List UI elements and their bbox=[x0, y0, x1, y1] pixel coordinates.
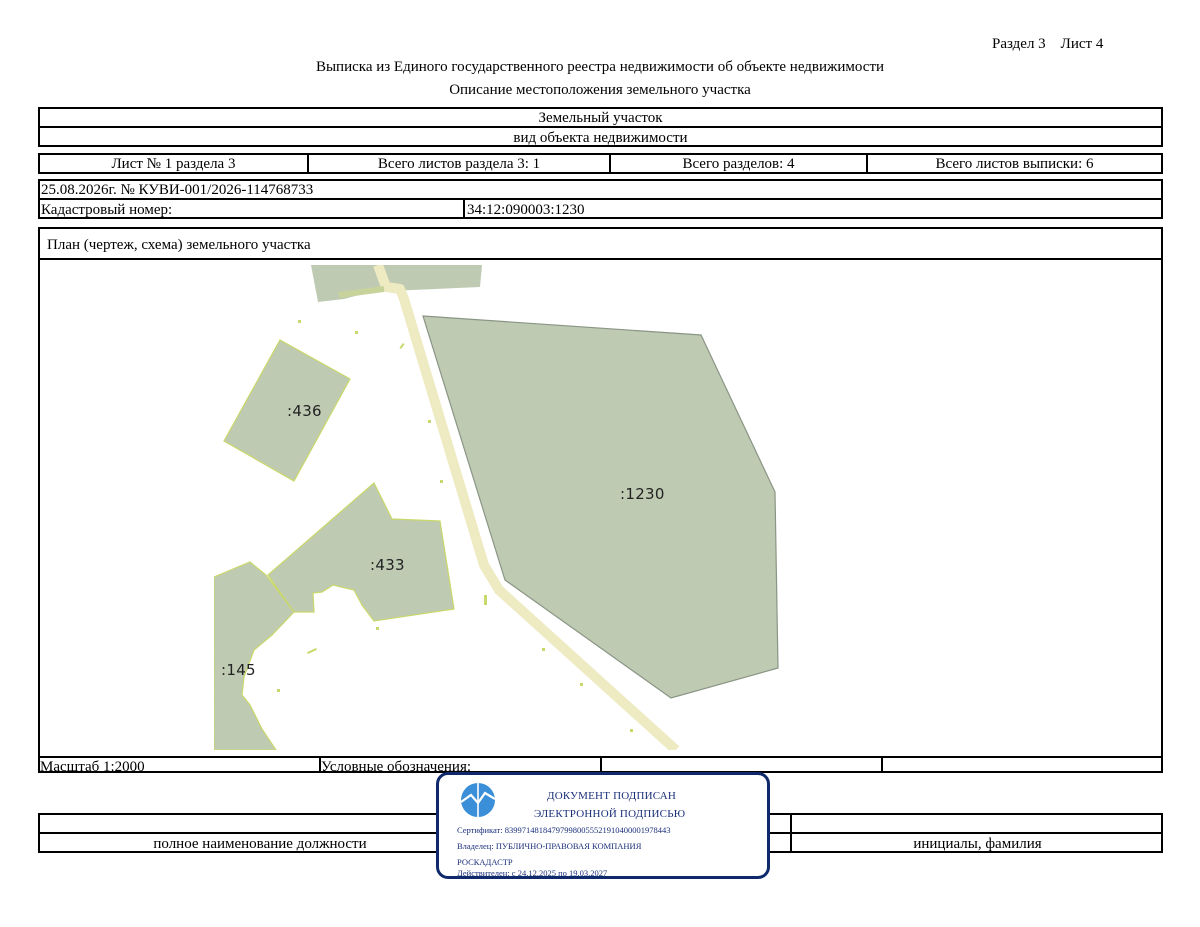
e-signature-stamp: ДОКУМЕНТ ПОДПИСАН ЭЛЕКТРОННОЙ ПОДПИСЬЮ С… bbox=[436, 772, 770, 879]
plan-title: План (чертеж, схема) земельного участка bbox=[47, 237, 311, 253]
roskadastr-logo-icon bbox=[460, 783, 496, 817]
record-block: 25.08.2026г. № КУВИ-001/2026-114768733 К… bbox=[38, 179, 1163, 219]
name-caption: инициалы, фамилия bbox=[913, 836, 1042, 852]
stamp-certificate: Сертификат: 8399714818479799800555219104… bbox=[457, 825, 671, 835]
position-caption: полное наименование должности bbox=[153, 836, 367, 852]
document-title: Выписка из Единого государственного реес… bbox=[315, 59, 885, 75]
object-type-caption: вид объекта недвижимости bbox=[513, 130, 688, 146]
object-type: Земельный участок bbox=[538, 110, 663, 126]
total-extract-sheets: Всего листов выписки: 6 bbox=[935, 156, 1094, 172]
stamp-valid: Действителен: с 24.12.2025 по 19.03.2027 bbox=[457, 868, 608, 878]
total-sections: Всего разделов: 4 bbox=[682, 156, 795, 172]
object-type-block: Земельный участок вид объекта недвижимос… bbox=[38, 107, 1163, 147]
parcel-label-433: :433 bbox=[370, 556, 405, 574]
stamp-line2: ЭЛЕКТРОННОЙ ПОДПИСЬЮ bbox=[534, 808, 686, 820]
record-date-number: 25.08.2026г. № КУВИ-001/2026-114768733 bbox=[41, 182, 314, 198]
document-subtitle: Описание местоположения земельного участ… bbox=[449, 82, 751, 98]
parcel-label-1230: :1230 bbox=[620, 485, 665, 503]
parcel-label-145: :145 bbox=[221, 661, 256, 679]
parcel-map: :436 :433 :1230 :145 bbox=[214, 265, 985, 750]
sheet-number: Лист № 1 раздела 3 bbox=[111, 156, 236, 172]
sheet-info-row: Лист № 1 раздела 3 Всего листов раздела … bbox=[38, 153, 1163, 174]
cadastral-number: 34:12:090003:1230 bbox=[467, 202, 585, 218]
stamp-line1: ДОКУМЕНТ ПОДПИСАН bbox=[547, 790, 677, 802]
stamp-owner2: РОСКАДАСТР bbox=[457, 857, 513, 867]
stamp-owner: Владелец: ПУБЛИЧНО-ПРАВОВАЯ КОМПАНИЯ bbox=[457, 841, 642, 851]
total-section-sheets: Всего листов раздела 3: 1 bbox=[377, 156, 541, 172]
section-sheet-number: Раздел 3 Лист 4 bbox=[992, 36, 1104, 52]
scale-label: Масштаб 1:2000 bbox=[40, 759, 145, 775]
parcel-label-436: :436 bbox=[287, 402, 322, 420]
cadastral-label: Кадастровый номер: bbox=[41, 202, 173, 218]
